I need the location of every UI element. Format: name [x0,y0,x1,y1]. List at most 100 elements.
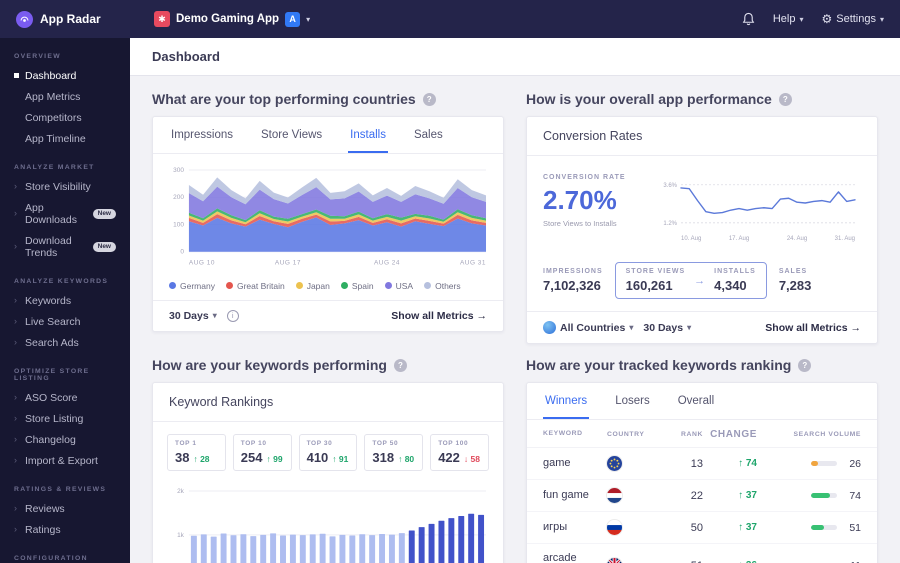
keywords-section: How are your keywords performing ? Keywo… [152,344,504,563]
svg-text:AUG 10: AUG 10 [189,260,215,267]
volume-cell: 26 [757,458,861,470]
flag-nl-icon [607,488,622,503]
info-icon[interactable]: i [226,309,239,322]
chevron-right-icon: › [14,455,17,465]
app-selector[interactable]: ✱ Demo Gaming App A ▾ [154,11,310,27]
tab-sales[interactable]: Sales [412,117,445,153]
sidebar-item-label: Dashboard [25,69,77,82]
tab-losers[interactable]: Losers [613,383,652,419]
stat-change: ↑ 91 [332,454,349,464]
table-row[interactable]: arcade game51↑ 3611 [527,544,877,563]
country-selector[interactable]: All Countries ▾ [543,321,633,334]
sidebar-item-dashboard[interactable]: Dashboard [0,65,130,86]
sidebar-item-import-export[interactable]: › Import & Export [0,450,130,471]
countries-area-chart: 0 100 200 300 AUG 10 AUG 17 AUG 24 AUG 31 [173,167,487,267]
sidebar-item-aso-score[interactable]: › ASO Score [0,387,130,408]
sidebar-item-label: Changelog [25,433,76,446]
table-row[interactable]: game 13 ↑ 74 26 [527,448,877,480]
keywords-table-body: game 13 ↑ 74 26 fun game 22 ↑ 37 74 игры 50 ↑ 37 51… [527,448,877,563]
performance-section: How is your overall app performance ? Co… [526,78,878,344]
sidebar-item-competitors[interactable]: Competitors [0,107,130,128]
legend-item-japan: Japan [295,281,330,291]
keyword-cell: fun game [543,488,589,501]
sidebar-item-label: ASO Score [25,391,78,404]
topbar-right: Help ▾ ⚙ Settings ▾ [742,12,884,26]
keyword-rankings-bar-chart: 2k1k0 [177,488,487,563]
stat-box-top-1: TOP 1 38 ↑ 28 [167,434,226,471]
sidebar-item-store-listing[interactable]: › Store Listing [0,408,130,429]
chevron-down-icon: ▾ [212,311,217,321]
conversion-funnel-box[interactable]: STORE VIEWS 160,261 → INSTALLS 4,340 [614,262,767,299]
tab-overall[interactable]: Overall [676,383,716,419]
help-question-icon[interactable]: ? [778,92,792,106]
settings-menu[interactable]: ⚙ Settings ▾ [821,12,884,26]
sidebar-item-download-trends[interactable]: › Download Trends New [0,230,130,263]
stat-value: 38 [175,450,190,465]
performance-card: Conversion Rates CONVERSION RATE 2.70% S… [526,116,878,344]
flag-gb-icon [607,558,622,563]
sidebar-item-app-metrics[interactable]: App Metrics [0,86,130,107]
legend-item-usa: USA [384,281,413,291]
sidebar-item-store-visibility[interactable]: › Store Visibility [0,176,130,197]
rank-cell: 22 [690,489,703,502]
sidebar-item-search-ads[interactable]: › Search Ads [0,332,130,353]
notifications-bell-icon[interactable] [742,12,755,26]
tab-store-views[interactable]: Store Views [259,117,324,153]
sidebar-item-label: Live Search [25,315,81,328]
tracked-tabs: Winners Losers Overall [527,383,877,420]
volume-number: 26 [849,457,861,470]
stat-label: TOP 100 [438,440,469,447]
sidebar-item-live-search[interactable]: › Live Search [0,311,130,332]
stat-value: 254 [240,450,263,465]
card-title: Keyword Rankings [153,383,503,422]
chevron-right-icon: › [14,208,17,218]
sidebar: OVERVIEW Dashboard App Metrics Competitors A… [0,38,130,563]
rank-cell: 50 [690,521,703,534]
legend-dot-icon [424,282,432,290]
sidebar-item-reviews[interactable]: › Reviews [0,498,130,519]
volume-cell: 51 [757,522,861,534]
volume-bar [811,525,837,530]
brand-name: App Radar [40,12,101,26]
sidebar-item-label: App Downloads [25,201,77,226]
chevron-right-icon: › [14,524,17,534]
conversion-rate-sub: Store Views to Installs [543,219,617,228]
sidebar-item-label: Search Ads [25,336,79,349]
table-row[interactable]: fun game 22 ↑ 37 74 [527,480,877,512]
chevron-down-icon: ▾ [687,323,692,332]
help-menu[interactable]: Help ▾ [773,13,804,25]
sidebar-item-app-timeline[interactable]: App Timeline [0,128,130,149]
sidebar-item-ratings[interactable]: › Ratings [0,519,130,540]
table-row[interactable]: игры 50 ↑ 37 51 [527,512,877,544]
help-question-icon[interactable]: ? [798,358,812,372]
chevron-right-icon: › [14,413,17,423]
tab-installs[interactable]: Installs [348,117,388,153]
sidebar-item-keywords[interactable]: › Keywords [0,290,130,311]
sidebar-item-label: App Metrics [25,90,81,103]
stat-value: 318 [372,450,395,465]
sidebar-item-changelog[interactable]: › Changelog [0,429,130,450]
flag-eu-icon [607,456,622,471]
chevron-down-icon: ▾ [799,14,804,24]
svg-text:1k: 1k [177,532,185,539]
active-bullet-icon [14,73,19,78]
app-radar-logo[interactable]: App Radar [16,10,132,28]
keyword-rankings-card: Keyword Rankings TOP 1 38 ↑ 28 TOP 10 254 ↑ 9… [152,382,504,563]
help-question-icon[interactable]: ? [393,358,407,372]
country-cell [607,520,663,535]
country-cell [607,456,663,471]
period-selector[interactable]: 30 Days ▾ [643,322,691,334]
chevron-right-icon: › [14,316,17,326]
radar-logo-icon [16,10,33,28]
sidebar-item-label: Store Visibility [25,180,91,193]
volume-number: 74 [849,489,861,502]
help-question-icon[interactable]: ? [422,92,436,106]
svg-text:3.6%: 3.6% [663,183,677,189]
show-all-metrics-link[interactable]: Show all Metrics → [765,322,861,334]
tab-winners[interactable]: Winners [543,383,590,419]
tab-impressions[interactable]: Impressions [169,117,235,153]
sidebar-item-app-downloads[interactable]: › App Downloads New [0,197,130,230]
new-badge: New [92,208,116,219]
show-all-metrics-link[interactable]: Show all Metrics → [391,310,487,322]
period-selector[interactable]: 30 Days ▾ [169,310,217,322]
